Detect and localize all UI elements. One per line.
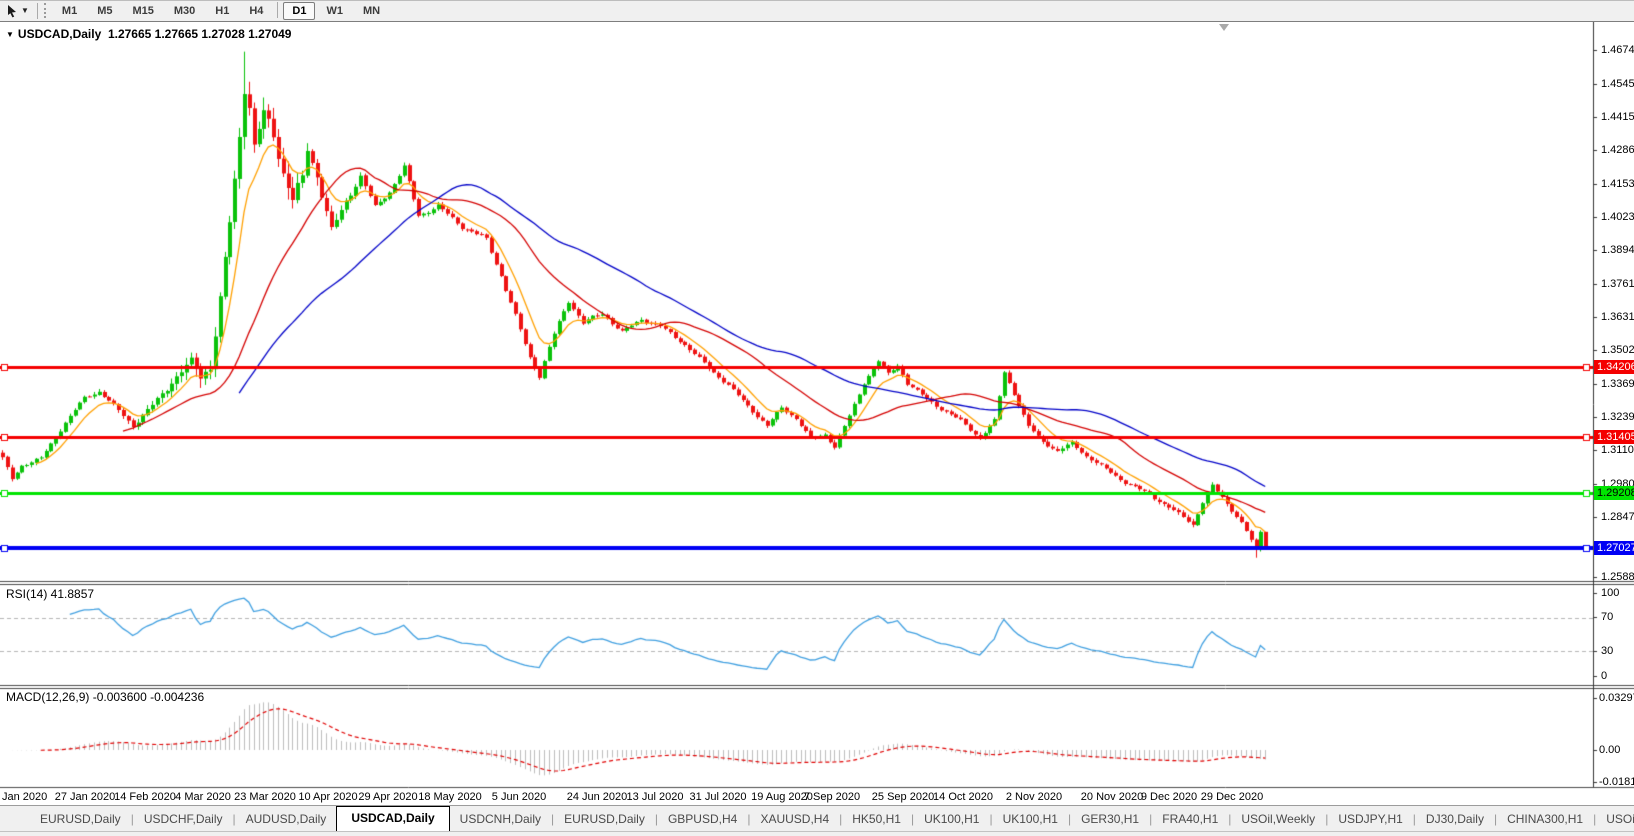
- chart-symbol-period: USDCAD,Daily: [17, 27, 102, 41]
- price-line-badge: 1.34206: [1594, 359, 1634, 374]
- date-axis-label: 13 Jul 2020: [626, 791, 684, 803]
- chart-tab-usdchf-daily[interactable]: USDCHF,Daily: [134, 808, 233, 831]
- date-axis-label: 23 Mar 2020: [234, 791, 296, 803]
- date-axis-label: 31 Jul 2020: [689, 791, 747, 803]
- chart-tab-china300-h1[interactable]: CHINA300,H1: [1497, 808, 1593, 831]
- price-chart-canvas[interactable]: [0, 22, 1634, 805]
- cursor-icon: [8, 4, 16, 17]
- price-axis-label: 1.46745: [1601, 44, 1634, 56]
- toolbar-drag-grip[interactable]: [43, 3, 48, 18]
- date-axis-label: 7 Sep 2020: [803, 791, 861, 803]
- date-axis-label: 8 Jan 2020: [0, 791, 48, 803]
- date-axis-label: 14 Feb 2020: [114, 791, 176, 803]
- price-axis-label: 1.35020: [1601, 344, 1634, 356]
- price-axis-label: 1.38940: [1601, 244, 1634, 256]
- price-axis-label: 1.42860: [1601, 144, 1634, 156]
- price-axis-label: 1.32395: [1601, 411, 1634, 423]
- cursor-tool-button[interactable]: ▼: [2, 3, 33, 19]
- rsi-axis-label: 70: [1601, 611, 1614, 623]
- date-axis-label: 29 Dec 2020: [1200, 791, 1264, 803]
- price-axis-label: 1.25885: [1601, 571, 1634, 583]
- chart-tabs: EURUSD,Daily | USDCHF,Daily | AUDUSD,Daily US…: [30, 806, 1634, 831]
- price-axis-label: 1.40235: [1601, 211, 1634, 223]
- rsi-axis-label: 30: [1601, 645, 1614, 657]
- chart-shift-marker-icon[interactable]: [1219, 24, 1229, 31]
- price-axis-label: 1.28475: [1601, 511, 1634, 523]
- price-line-badge: 1.31405: [1594, 430, 1634, 445]
- chart-tab-usoil-weekly[interactable]: USOil,Weekly: [1231, 808, 1325, 831]
- date-axis-label: 24 Jun 2020: [566, 791, 628, 803]
- date-axis-label: 9 Dec 2020: [1140, 791, 1198, 803]
- price-axis-label: 1.41530: [1601, 178, 1634, 190]
- timeframe-button-h1[interactable]: H1: [206, 2, 238, 20]
- timeframe-button-m30[interactable]: M30: [165, 2, 204, 20]
- chevron-down-icon: ▼: [21, 6, 29, 15]
- timeframe-button-w1[interactable]: W1: [317, 2, 352, 20]
- toolbar-separator: [277, 1, 279, 18]
- timeframe-button-mn[interactable]: MN: [354, 2, 389, 20]
- timeframe-button-m1[interactable]: M1: [53, 2, 86, 20]
- date-axis-label: 5 Jun 2020: [491, 791, 547, 803]
- chart-toolbar: ▼ M1 M5 M15 M30 H1 H4 D1 W1 MN: [0, 0, 1634, 22]
- date-axis-label: 14 Oct 2020: [933, 791, 993, 803]
- timeframe-button-h4[interactable]: H4: [240, 2, 272, 20]
- chart-tab-uk100-h1[interactable]: UK100,H1: [914, 808, 989, 831]
- chart-tab-audusd-daily[interactable]: AUDUSD,Daily: [236, 808, 337, 831]
- chart-window: ▼ USDCAD,Daily 1.27665 1.27665 1.27028 1.…: [0, 22, 1634, 805]
- chart-tab-eurusd-daily[interactable]: EURUSD,Daily: [30, 808, 131, 831]
- chart-tab-gbpusd-h4[interactable]: GBPUSD,H4: [658, 808, 747, 831]
- date-axis-label: 4 Mar 2020: [175, 791, 231, 803]
- timeframe-button-group: M1 M5 M15 M30 H1 H4 D1 W1 MN: [52, 1, 390, 20]
- date-axis-label: 29 Apr 2020: [358, 791, 418, 803]
- chart-tab-usdjpy-h1[interactable]: USDJPY,H1: [1328, 808, 1412, 831]
- chart-tab-ger30-h1[interactable]: GER30,H1: [1071, 808, 1149, 831]
- timeframe-button-m5[interactable]: M5: [88, 2, 121, 20]
- date-axis-label: 25 Sep 2020: [871, 791, 935, 803]
- date-axis-label: 20 Nov 2020: [1080, 791, 1144, 803]
- date-axis-label: 2 Nov 2020: [1005, 791, 1063, 803]
- price-axis-label: 1.44155: [1601, 111, 1634, 123]
- collapse-indicator-icon: ▼: [6, 30, 14, 39]
- window-bottom-edge: [0, 831, 1634, 836]
- date-axis-label: 18 May 2020: [418, 791, 482, 803]
- price-axis-label: 1.45450: [1601, 78, 1634, 90]
- toolbar-separator: [36, 2, 38, 19]
- price-line-badge: 1.29208: [1594, 485, 1634, 500]
- chart-tab-usdcad-daily[interactable]: USDCAD,Daily: [336, 806, 450, 831]
- chart-tab-hk50-h1[interactable]: HK50,H1: [842, 808, 911, 831]
- price-axis-label: 1.31100: [1601, 444, 1634, 456]
- macd-axis-label: 0.032972: [1599, 692, 1634, 704]
- price-axis-label: 1.36315: [1601, 311, 1634, 323]
- rsi-axis-label: 0: [1601, 670, 1608, 682]
- macd-axis-label: -0.018154: [1599, 776, 1634, 788]
- date-axis-label: 10 Apr 2020: [298, 791, 358, 803]
- chart-title: ▼ USDCAD,Daily 1.27665 1.27665 1.27028 1.…: [6, 27, 291, 41]
- rsi-indicator-label: RSI(14) 41.8857: [6, 587, 95, 601]
- price-axis-label: 1.33690: [1601, 378, 1634, 390]
- chart-tab-eurusd-daily[interactable]: EURUSD,Daily: [554, 808, 655, 831]
- chart-tab-usdcnh-daily[interactable]: USDCNH,Daily: [450, 808, 551, 831]
- timeframe-button-d1[interactable]: D1: [283, 1, 316, 20]
- price-axis-label: 1.37610: [1601, 278, 1634, 290]
- chart-tab-fra40-h1[interactable]: FRA40,H1: [1152, 808, 1228, 831]
- chart-tab-dj30-daily[interactable]: DJ30,Daily: [1416, 808, 1494, 831]
- rsi-axis-label: 100: [1601, 587, 1620, 599]
- macd-indicator-label: MACD(12,26,9) -0.003600 -0.004236: [6, 690, 205, 704]
- chart-tab-xauusd-h4[interactable]: XAUUSD,H4: [750, 808, 839, 831]
- timeframe-button-m15[interactable]: M15: [123, 2, 162, 20]
- date-axis-label: 27 Jan 2020: [54, 791, 116, 803]
- chart-tab-uk100-h1[interactable]: UK100,H1: [993, 808, 1068, 831]
- chart-tab-usoil-[interactable]: USOil,: [1596, 808, 1634, 831]
- macd-axis-label: 0.00: [1599, 744, 1621, 756]
- chart-tab-bar: EURUSD,Daily | USDCHF,Daily | AUDUSD,Daily US…: [0, 805, 1634, 831]
- chart-ohlc-readout: 1.27665 1.27665 1.27028 1.27049: [107, 27, 292, 41]
- price-line-badge: 1.27027: [1594, 540, 1634, 555]
